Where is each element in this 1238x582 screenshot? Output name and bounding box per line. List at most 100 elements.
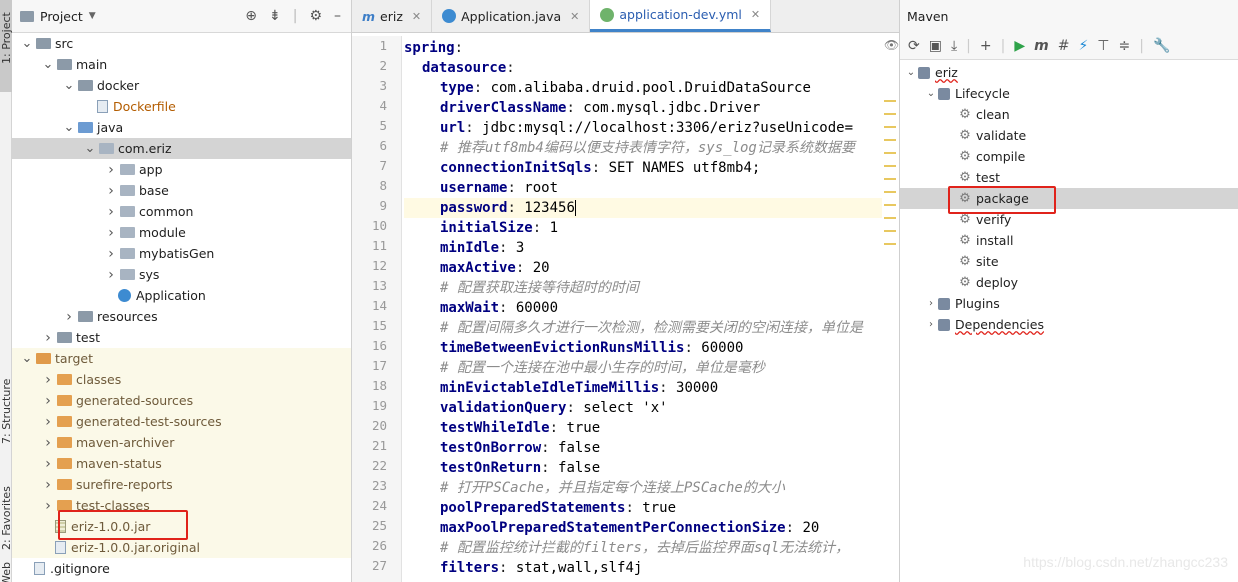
maven-dependencies[interactable]: › Dependencies <box>900 314 1238 335</box>
code-line[interactable]: maxPoolPreparedStatementPerConnectionSiz… <box>404 518 882 538</box>
run-icon[interactable]: ▶ <box>1014 38 1025 54</box>
collapse-arrow-icon[interactable]: › <box>62 309 76 325</box>
expand-arrow-icon[interactable]: ⌄ <box>924 88 938 99</box>
scroll-marker[interactable] <box>884 191 896 193</box>
expand-arrow-icon[interactable]: ⌄ <box>20 37 34 50</box>
collapse-arrow-icon[interactable]: › <box>104 204 118 220</box>
scroll-marker[interactable] <box>884 152 896 154</box>
skip-tests-icon[interactable]: ⚡ <box>1078 38 1088 54</box>
code-line[interactable]: minEvictableIdleTimeMillis: 30000 <box>404 378 882 398</box>
code-line[interactable]: # 打开PSCache，并且指定每个连接上PSCache的大小 <box>404 478 882 498</box>
scroll-marker[interactable] <box>884 165 896 167</box>
tree-item-test[interactable]: › test <box>12 327 351 348</box>
tree-item-java[interactable]: ⌄ java <box>12 117 351 138</box>
tree-item-target[interactable]: ⌄ target <box>12 348 351 369</box>
tab-eriz[interactable]: m eriz ✕ <box>352 0 433 32</box>
close-icon[interactable]: ✕ <box>570 10 579 23</box>
project-tool-tab[interactable]: 1: Project <box>0 0 13 92</box>
gear-icon[interactable]: ⚙ <box>309 8 322 24</box>
tree-item-generated-test-sources[interactable]: › generated-test-sources <box>12 411 351 432</box>
code-line[interactable]: minIdle: 3 <box>404 238 882 258</box>
scroll-marker[interactable] <box>884 126 896 128</box>
show-dependencies-icon[interactable]: ⊤ <box>1097 38 1109 54</box>
maven-phase-deploy[interactable]: ⚙ deploy <box>900 272 1238 293</box>
toggle-offline-icon[interactable]: # <box>1058 38 1070 54</box>
tree-item-app[interactable]: › app <box>12 159 351 180</box>
code-line[interactable]: connectionInitSqls: SET NAMES utf8mb4; <box>404 158 882 178</box>
code-line[interactable]: # 推荐utf8mb4编码以便支持表情字符，sys_log记录系统数据要 <box>404 138 882 158</box>
collapse-arrow-icon[interactable]: › <box>41 393 55 409</box>
maven-lifecycle[interactable]: ⌄ Lifecycle <box>900 83 1238 104</box>
collapse-arrow-icon[interactable]: › <box>104 225 118 241</box>
collapse-arrow-icon[interactable]: › <box>41 498 55 514</box>
code-line[interactable]: maxActive: 20 <box>404 258 882 278</box>
code-line[interactable]: # 配置监控统计拦截的filters，去掉后监控界面sql无法统计， <box>404 538 882 558</box>
collapse-arrow-icon[interactable]: › <box>104 162 118 178</box>
close-icon[interactable]: ✕ <box>751 8 760 21</box>
tree-item-main[interactable]: ⌄ main <box>12 54 351 75</box>
hide-icon[interactable]: – <box>334 8 341 24</box>
maven-phase-clean[interactable]: ⚙ clean <box>900 104 1238 125</box>
code-line[interactable]: # 配置间隔多久才进行一次检测，检测需要关闭的空闲连接，单位是 <box>404 318 882 338</box>
maven-phase-compile[interactable]: ⚙ compile <box>900 146 1238 167</box>
scroll-marker[interactable] <box>884 113 896 115</box>
tree-item-dockerfile[interactable]: Dockerfile <box>12 96 351 117</box>
download-icon[interactable]: ⤓ <box>951 38 957 54</box>
expand-arrow-icon[interactable]: ⌄ <box>41 58 55 71</box>
code-line[interactable]: # 配置一个连接在池中最小生存的时间，单位是毫秒 <box>404 358 882 378</box>
tree-item-module[interactable]: › module <box>12 222 351 243</box>
scroll-marker[interactable] <box>884 204 896 206</box>
collapse-arrow-icon[interactable]: › <box>104 246 118 262</box>
favorites-tool-tab[interactable]: 2: Favorites <box>0 468 13 552</box>
web-tool-tab[interactable]: Web <box>0 562 13 582</box>
scroll-marker[interactable] <box>884 100 896 102</box>
code-line[interactable]: url: jdbc:mysql://localhost:3306/eriz?us… <box>404 118 882 138</box>
eye-icon[interactable]: 👁 <box>884 38 899 52</box>
code-line[interactable]: testOnBorrow: false <box>404 438 882 458</box>
collapse-arrow-icon[interactable]: › <box>41 414 55 430</box>
scroll-marker[interactable] <box>884 178 896 180</box>
code-line[interactable]: maxWait: 60000 <box>404 298 882 318</box>
maven-phase-install[interactable]: ⚙ install <box>900 230 1238 251</box>
code-line[interactable]: driverClassName: com.mysql.jdbc.Driver <box>404 98 882 118</box>
code-editor[interactable]: spring: datasource: type: com.alibaba.drui… <box>404 36 882 582</box>
tab-application-dev-yml[interactable]: application-dev.yml ✕ <box>590 0 772 32</box>
structure-tool-tab[interactable]: 7: Structure <box>0 366 13 446</box>
maven-plugins[interactable]: › Plugins <box>900 293 1238 314</box>
add-icon[interactable]: + <box>980 38 992 54</box>
maven-phase-validate[interactable]: ⚙ validate <box>900 125 1238 146</box>
tree-item-maven-archiver[interactable]: › maven-archiver <box>12 432 351 453</box>
tree-item-application[interactable]: Application <box>12 285 351 306</box>
tree-item-surefire-reports[interactable]: › surefire-reports <box>12 474 351 495</box>
tree-item-classes[interactable]: › classes <box>12 369 351 390</box>
collapse-arrow-icon[interactable]: › <box>924 319 938 330</box>
tree-item-docker[interactable]: ⌄ docker <box>12 75 351 96</box>
collapse-arrow-icon[interactable]: › <box>104 267 118 283</box>
collapse-arrow-icon[interactable]: › <box>41 477 55 493</box>
maven-phase-test[interactable]: ⚙ test <box>900 167 1238 188</box>
expand-arrow-icon[interactable]: ⌄ <box>83 142 97 155</box>
locate-icon[interactable]: ⊕ <box>245 8 257 24</box>
code-line[interactable]: password: 123456 <box>404 198 882 218</box>
tree-item-maven-status[interactable]: › maven-status <box>12 453 351 474</box>
expand-arrow-icon[interactable]: ⌄ <box>62 79 76 92</box>
tree-item-sys[interactable]: › sys <box>12 264 351 285</box>
code-line[interactable]: username: root <box>404 178 882 198</box>
scroll-marker[interactable] <box>884 217 896 219</box>
collapse-arrow-icon[interactable]: › <box>104 183 118 199</box>
tree-item--gitignore[interactable]: .gitignore <box>12 558 351 579</box>
expand-arrow-icon[interactable]: ⌄ <box>62 121 76 134</box>
code-line[interactable]: testWhileIdle: true <box>404 418 882 438</box>
tree-item-common[interactable]: › common <box>12 201 351 222</box>
collapse-arrow-icon[interactable]: › <box>924 298 938 309</box>
generate-sources-icon[interactable]: ▣ <box>929 38 942 54</box>
code-line[interactable]: timeBetweenEvictionRunsMillis: 60000 <box>404 338 882 358</box>
collapse-arrow-icon[interactable]: › <box>41 372 55 388</box>
expand-arrow-icon[interactable]: ⌄ <box>20 352 34 365</box>
scroll-marker[interactable] <box>884 243 896 245</box>
reload-icon[interactable]: ⟳ <box>908 38 920 54</box>
tree-item-src[interactable]: ⌄ src <box>12 33 351 54</box>
code-line[interactable]: poolPreparedStatements: true <box>404 498 882 518</box>
maven-project-eriz[interactable]: ⌄ eriz <box>900 62 1238 83</box>
tree-item-eriz-1-0-0-jar-original[interactable]: eriz-1.0.0.jar.original <box>12 537 351 558</box>
